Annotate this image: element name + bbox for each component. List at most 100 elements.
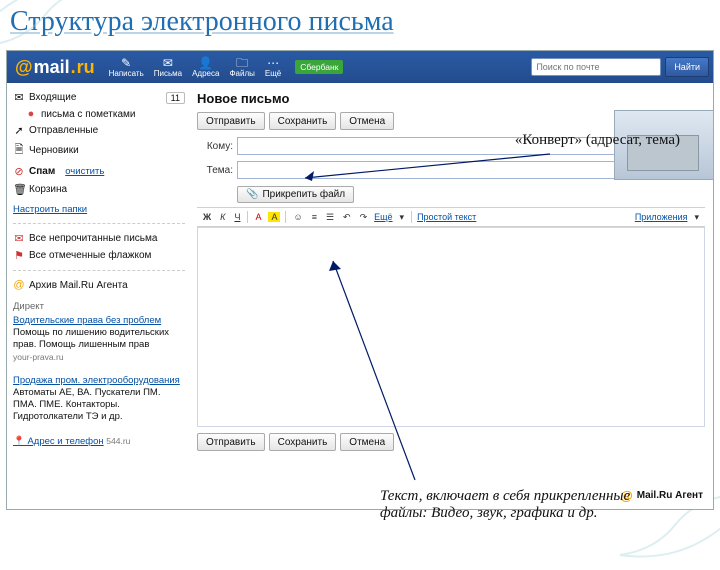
attach-file-button[interactable]: 📎 Прикрепить файл	[237, 186, 354, 203]
ad3-link[interactable]: 📍 Адрес и телефон	[13, 436, 104, 447]
folder-spam[interactable]: ⊘ Спам очистить	[13, 162, 185, 181]
spam-clear-link[interactable]: очистить	[65, 164, 104, 179]
save-button-bottom[interactable]: Сохранить	[269, 433, 337, 451]
sidebar: ✉ Входящие 11 ● письма с пометками ➚ Отп…	[7, 83, 189, 509]
nav-compose-label: Написать	[109, 69, 144, 78]
sent-icon: ➚	[13, 124, 25, 137]
attach-label: Прикрепить файл	[262, 189, 345, 200]
tb-smiley-icon[interactable]: ☺	[291, 212, 304, 222]
tb-bold[interactable]: Ж	[201, 212, 213, 222]
folder-sent[interactable]: ➚ Отправленные	[13, 122, 185, 139]
paperclip-icon: 📎	[246, 189, 258, 200]
folder-inbox-label: Входящие	[29, 92, 76, 103]
cancel-button-bottom[interactable]: Отмена	[340, 433, 394, 451]
tb-sep	[247, 211, 248, 223]
settings-folders-link[interactable]: Настроить папки	[13, 202, 185, 217]
ad2-title[interactable]: Продажа пром. электрооборудования	[13, 375, 180, 386]
logo-ru: ru	[77, 57, 95, 78]
tb-list-icon[interactable]: ☰	[324, 212, 336, 223]
sidebar-divider-2	[13, 270, 185, 271]
nav-more[interactable]: ⋯Ещё	[261, 55, 285, 80]
logo-mail: mail	[34, 57, 70, 78]
compose-title: Новое письмо	[197, 89, 705, 112]
inbox-icon: ✉	[13, 91, 25, 104]
ad1-domain: your-prava.ru	[13, 351, 185, 363]
nav-more-label: Ещё	[265, 69, 281, 78]
ad3-domain: 544.ru	[106, 436, 130, 446]
all-unread[interactable]: ✉ Все непрочитанные письма	[13, 230, 185, 247]
all-flagged[interactable]: ⚑ Все отмеченные флажком	[13, 247, 185, 264]
search-wrap: Найти	[349, 57, 709, 77]
nav-files-label: Файлы	[229, 69, 254, 78]
tb-underline[interactable]: Ч	[232, 212, 242, 222]
subject-label: Тема:	[197, 165, 233, 176]
tb-apps-link[interactable]: Приложения	[635, 212, 688, 222]
nav-letters-label: Письма	[154, 69, 182, 78]
nav-contacts-label: Адреса	[192, 69, 219, 78]
mailru-logo[interactable]: @ mail . ru	[11, 57, 99, 78]
drafts-icon: 🗎	[13, 141, 25, 160]
logo-dot: .	[71, 57, 76, 78]
tb-chevron-down-icon-2[interactable]: ▾	[692, 212, 701, 223]
send-button[interactable]: Отправить	[197, 112, 265, 130]
ad3-link-label: Адрес и телефон	[27, 436, 103, 447]
agent-archive-label: Архив Mail.Ru Агента	[29, 280, 128, 291]
mail-client-window: @ mail . ru ✎Написать ✉Письма 👤Адреса 🗀Ф…	[6, 50, 714, 510]
tb-undo-icon[interactable]: ↶	[341, 212, 353, 223]
editor-body[interactable]	[197, 227, 705, 427]
sberbank-banner[interactable]: Сбербанк	[295, 60, 343, 74]
save-button[interactable]: Сохранить	[269, 112, 337, 130]
tb-align-icon[interactable]: ≡	[310, 212, 319, 222]
tb-sep2	[285, 211, 286, 223]
ad1-text: Помощь по лишению водительских прав. Пом…	[13, 327, 185, 351]
nav-files[interactable]: 🗀Файлы	[225, 55, 258, 80]
tb-chevron-down-icon[interactable]: ▾	[398, 212, 407, 223]
cancel-button[interactable]: Отмена	[340, 112, 394, 130]
annotation-envelope: «Конверт» (адресат, тема)	[515, 132, 680, 149]
topbar: @ mail . ru ✎Написать ✉Письма 👤Адреса 🗀Ф…	[7, 51, 713, 83]
search-input[interactable]	[531, 58, 661, 76]
send-button-bottom[interactable]: Отправить	[197, 433, 265, 451]
folder-marked[interactable]: ● письма с пометками	[13, 106, 185, 122]
folder-spam-label: Спам	[29, 166, 55, 177]
tb-bgcolor[interactable]: А	[268, 212, 280, 222]
nav-contacts[interactable]: 👤Адреса	[188, 55, 223, 80]
tb-italic[interactable]: К	[218, 212, 227, 222]
direct-label: Директ	[13, 297, 185, 315]
bottom-button-row: Отправить Сохранить Отмена	[197, 427, 705, 451]
folder-drafts[interactable]: 🗎 Черновики	[13, 139, 185, 162]
folder-inbox[interactable]: ✉ Входящие 11	[13, 89, 185, 106]
envelope-icon: ✉	[154, 57, 182, 69]
tb-plain-link[interactable]: Простой текст	[417, 212, 476, 222]
annotation-body: Текст, включает в себя прикрепленные фай…	[380, 488, 650, 522]
folder-trash-label: Корзина	[29, 184, 67, 195]
agent-archive[interactable]: @ Архив Mail.Ru Агента	[13, 277, 185, 293]
trash-icon: 🗑	[13, 183, 25, 196]
nav-compose[interactable]: ✎Написать	[105, 55, 148, 80]
search-button[interactable]: Найти	[665, 57, 709, 77]
tb-more-link[interactable]: Ещё	[374, 212, 392, 222]
all-flagged-label: Все отмеченные флажком	[29, 250, 151, 261]
agent-icon: @	[13, 279, 25, 291]
closed-envelope-icon: ✉	[13, 232, 25, 245]
flag-icon: ⚑	[13, 249, 25, 262]
spam-icon: ⊘	[13, 165, 25, 178]
tb-redo-icon[interactable]: ↷	[358, 212, 370, 223]
tag-icon: ●	[25, 108, 37, 120]
tb-fontcolor[interactable]: А	[253, 212, 263, 222]
ad2-text: Автоматы АЕ, ВА. Пускатели ПМ. ПМА. ПМЕ.…	[13, 387, 185, 423]
folder-icon: 🗀	[229, 57, 254, 69]
nav-letters[interactable]: ✉Письма	[150, 55, 186, 80]
editor-toolbar: Ж К Ч А А ☺ ≡ ☰ ↶ ↷ Ещё ▾ Простой текст …	[197, 207, 705, 227]
folder-drafts-label: Черновики	[29, 145, 79, 156]
direct-ads: Директ Водительские права без проблем По…	[13, 293, 185, 448]
folder-marked-label: письма с пометками	[41, 109, 135, 120]
tb-sep3	[411, 211, 412, 223]
person-icon: 👤	[192, 57, 219, 69]
pencil-icon: ✎	[109, 57, 144, 69]
top-nav: ✎Написать ✉Письма 👤Адреса 🗀Файлы ⋯Ещё	[105, 55, 286, 80]
ad1-title[interactable]: Водительские права без проблем	[13, 315, 161, 326]
logo-at: @	[15, 57, 33, 78]
sidebar-divider	[13, 223, 185, 224]
folder-trash[interactable]: 🗑 Корзина	[13, 181, 185, 198]
